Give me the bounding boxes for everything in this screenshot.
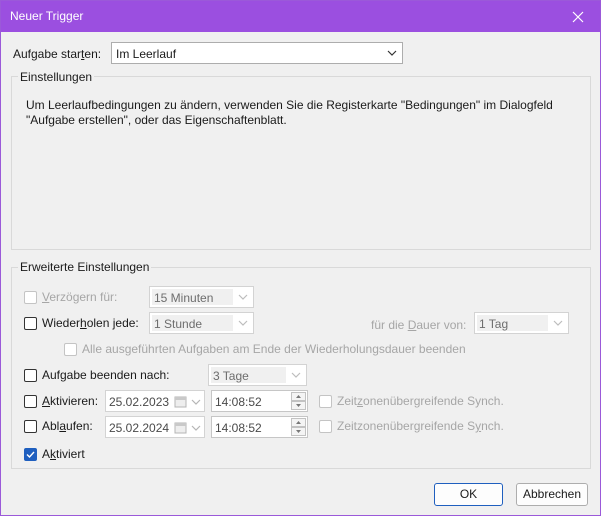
activate-checkbox[interactable]	[24, 395, 37, 408]
start-task-select[interactable]: Im Leerlauf	[111, 42, 403, 64]
activate-label: Aktivieren:	[42, 394, 99, 408]
dialog-window: Neuer Trigger Aufgabe starten: Im Leerla…	[0, 0, 601, 516]
repeat-duration-select[interactable]: 1 Tag	[474, 312, 569, 334]
cancel-button[interactable]: Abbrechen	[516, 483, 588, 506]
stop-all-checkbox[interactable]	[64, 343, 77, 356]
settings-group-title: Einstellungen	[18, 70, 95, 84]
delay-label: Verzögern für:	[42, 290, 118, 304]
repeat-label: Wiederholen jede:	[42, 316, 139, 330]
calendar-icon	[174, 422, 187, 434]
expire-time-field[interactable]: 14:08:52	[211, 416, 308, 438]
activate-sync-checkbox[interactable]	[319, 395, 332, 408]
stop-after-checkbox[interactable]	[24, 369, 37, 382]
repeat-select[interactable]: 1 Stunde	[149, 312, 254, 334]
advanced-settings-title: Erweiterte Einstellungen	[18, 260, 152, 274]
expire-sync-checkbox[interactable]	[319, 420, 332, 433]
expire-label: Ablaufen:	[42, 419, 93, 433]
delay-value: 15 Minuten	[154, 291, 214, 305]
stop-all-label: Alle ausgeführten Aufgaben am Ende der W…	[82, 342, 466, 356]
chevron-down-icon	[291, 372, 301, 378]
settings-info-line2: "Aufgabe erstellen", oder das Eigenschaf…	[26, 113, 287, 127]
chevron-down-icon	[553, 320, 563, 326]
title-bar: Neuer Trigger	[1, 1, 600, 32]
chevron-down-icon	[238, 294, 248, 300]
stop-after-value: 3 Tage	[213, 369, 249, 383]
chevron-down-icon	[191, 399, 201, 405]
activate-date-value: 25.02.2023	[109, 395, 170, 409]
enabled-label: Aktiviert	[42, 447, 85, 461]
ok-button[interactable]: OK	[434, 483, 503, 506]
stop-after-label: Aufgabe beenden nach:	[42, 368, 170, 382]
close-icon	[572, 11, 584, 22]
repeat-value: 1 Stunde	[154, 317, 203, 331]
expire-date-value: 25.02.2024	[109, 421, 170, 435]
checkmark-icon	[26, 451, 35, 459]
repeat-checkbox[interactable]	[24, 317, 37, 330]
settings-info-line1: Um Leerlaufbedingungen zu ändern, verwen…	[26, 98, 553, 112]
activate-date-picker[interactable]: 25.02.2023	[105, 390, 205, 412]
activate-time-value: 14:08:52	[215, 395, 262, 409]
enabled-checkbox[interactable]	[24, 448, 37, 461]
repeat-duration-value: 1 Tag	[479, 317, 509, 331]
chevron-down-icon	[387, 50, 397, 56]
activate-sync-label: Zeitzonenübergreifende Synch.	[337, 394, 504, 408]
expire-sync-label: Zeitzonenübergreifende Synch.	[337, 419, 504, 433]
start-task-label: Aufgabe starten:	[13, 47, 102, 61]
delay-checkbox[interactable]	[24, 291, 37, 304]
close-button[interactable]	[556, 1, 600, 32]
activate-time-field[interactable]: 14:08:52	[211, 390, 308, 412]
spinner-icon[interactable]	[291, 392, 306, 410]
window-title: Neuer Trigger	[10, 9, 84, 23]
spinner-icon[interactable]	[291, 418, 306, 436]
expire-time-value: 14:08:52	[215, 421, 262, 435]
expire-date-picker[interactable]: 25.02.2024	[105, 416, 205, 438]
expire-checkbox[interactable]	[24, 420, 37, 433]
chevron-down-icon	[191, 425, 201, 431]
delay-select[interactable]: 15 Minuten	[149, 286, 254, 308]
calendar-icon	[174, 396, 187, 408]
chevron-down-icon	[238, 320, 248, 326]
start-task-value: Im Leerlauf	[116, 47, 177, 61]
repeat-duration-label: für die Dauer von:	[371, 318, 467, 332]
stop-after-select[interactable]: 3 Tage	[208, 364, 307, 386]
